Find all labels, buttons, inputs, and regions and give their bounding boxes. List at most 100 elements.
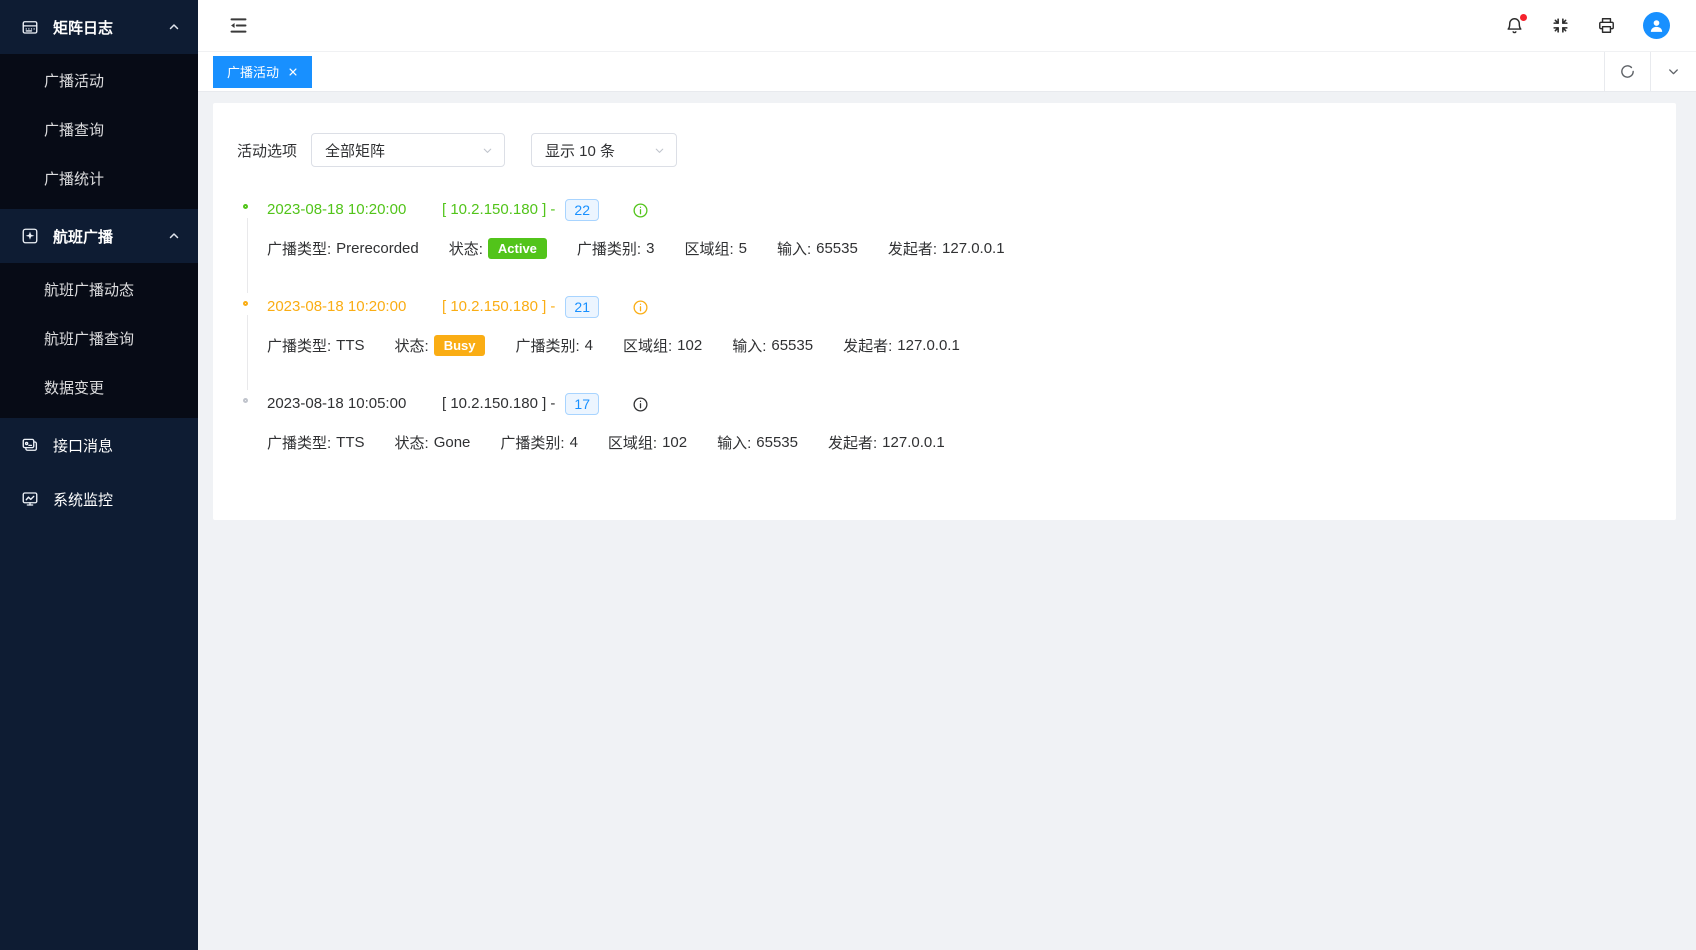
timeline-entry: 2023-08-18 10:05:00 [ 10.2.150.180 ] - 1… bbox=[243, 393, 1652, 490]
field-value: 4 bbox=[585, 337, 593, 354]
entry-ip: [ 10.2.150.180 ] - bbox=[442, 394, 555, 414]
sidebar: 矩阵日志 广播活动 广播查询 广播统计 航班广播 航班广播动态 bbox=[0, 0, 198, 950]
field-label: 输入: bbox=[717, 432, 751, 453]
entry-details: 广播类型:Prerecorded 状态:Active 广播类别:3 区域组:5 … bbox=[267, 238, 1652, 296]
chevron-down-icon[interactable] bbox=[1650, 52, 1696, 91]
submenu-matrix-log: 广播活动 广播查询 广播统计 bbox=[0, 54, 198, 209]
sidebar-item-broadcast-activity[interactable]: 广播活动 bbox=[0, 56, 198, 105]
info-icon[interactable] bbox=[632, 396, 649, 413]
field-label: 广播类型: bbox=[267, 432, 331, 453]
info-icon[interactable] bbox=[632, 299, 649, 316]
collapse-sidebar-icon[interactable] bbox=[228, 15, 249, 36]
avatar[interactable] bbox=[1643, 12, 1670, 39]
chevron-down-icon bbox=[481, 144, 494, 157]
sidebar-item-label: 航班广播 bbox=[53, 226, 113, 247]
entry-header: 2023-08-18 10:20:00 [ 10.2.150.180 ] - 2… bbox=[267, 296, 1652, 318]
sidebar-item-matrix-log[interactable]: 矩阵日志 bbox=[0, 0, 198, 54]
printer-icon[interactable] bbox=[1597, 16, 1616, 35]
page-size-select-value: 显示 10 条 bbox=[545, 140, 615, 161]
submenu-flight-broadcast: 航班广播动态 航班广播查询 数据变更 bbox=[0, 263, 198, 418]
field-label: 输入: bbox=[732, 335, 766, 356]
fullscreen-icon[interactable] bbox=[1551, 16, 1570, 35]
sidebar-item-data-change[interactable]: 数据变更 bbox=[0, 363, 198, 412]
field-label: 广播类型: bbox=[267, 335, 331, 356]
matrix-select-value: 全部矩阵 bbox=[325, 140, 385, 161]
sidebar-item-broadcast-query[interactable]: 广播查询 bbox=[0, 105, 198, 154]
field-value: TTS bbox=[336, 434, 364, 451]
sidebar-item-flight-broadcast-live[interactable]: 航班广播动态 bbox=[0, 265, 198, 314]
entry-details: 广播类型:TTS 状态:Gone 广播类别:4 区域组:102 输入:65535… bbox=[267, 432, 1652, 490]
entry-badge: 21 bbox=[565, 296, 599, 318]
topbar-actions bbox=[1505, 12, 1670, 39]
chevron-down-icon bbox=[653, 144, 666, 157]
entry-time: 2023-08-18 10:05:00 bbox=[267, 394, 422, 414]
entry-ip: [ 10.2.150.180 ] - bbox=[442, 200, 555, 220]
entry-time: 2023-08-18 10:20:00 bbox=[267, 200, 422, 220]
sidebar-item-interface-message[interactable]: 接口消息 bbox=[0, 418, 198, 472]
timeline-dot bbox=[243, 204, 248, 209]
tab-broadcast-activity[interactable]: 广播活动 bbox=[213, 56, 312, 88]
notification-red-dot bbox=[1520, 14, 1527, 21]
field-label: 广播类别: bbox=[515, 335, 579, 356]
field-label: 区域组: bbox=[623, 335, 672, 356]
chevron-up-icon bbox=[168, 21, 180, 33]
field-label: 广播类别: bbox=[500, 432, 564, 453]
entry-badge: 22 bbox=[565, 199, 599, 221]
chevron-up-icon bbox=[168, 230, 180, 242]
submenu-item-label: 航班广播动态 bbox=[44, 279, 134, 300]
field-label: 广播类别: bbox=[577, 238, 641, 259]
field-label: 广播类型: bbox=[267, 238, 331, 259]
status-badge: Active bbox=[488, 238, 547, 259]
sidebar-item-label: 接口消息 bbox=[53, 435, 113, 456]
info-icon[interactable] bbox=[632, 202, 649, 219]
matrix-select[interactable]: 全部矩阵 bbox=[311, 133, 505, 167]
tabbar: 广播活动 bbox=[198, 52, 1696, 92]
submenu-item-label: 航班广播查询 bbox=[44, 328, 134, 349]
filter-label: 活动选项 bbox=[237, 140, 297, 161]
field-value: 102 bbox=[677, 337, 702, 354]
submenu-item-label: 数据变更 bbox=[44, 377, 104, 398]
submenu-item-label: 广播统计 bbox=[44, 168, 104, 189]
field-value: 4 bbox=[570, 434, 578, 451]
field-value: Prerecorded bbox=[336, 240, 419, 257]
field-label: 状态: bbox=[449, 238, 483, 259]
entry-time: 2023-08-18 10:20:00 bbox=[267, 297, 422, 317]
flight-broadcast-icon bbox=[21, 227, 39, 245]
activity-timeline: 2023-08-18 10:20:00 [ 10.2.150.180 ] - 2… bbox=[243, 199, 1652, 490]
entry-header: 2023-08-18 10:20:00 [ 10.2.150.180 ] - 2… bbox=[267, 199, 1652, 221]
field-value: 65535 bbox=[756, 434, 798, 451]
sidebar-item-label: 矩阵日志 bbox=[53, 17, 113, 38]
timeline-dot bbox=[243, 398, 248, 403]
entry-ip: [ 10.2.150.180 ] - bbox=[442, 297, 555, 317]
sidebar-item-label: 系统监控 bbox=[53, 489, 113, 510]
field-value: 3 bbox=[646, 240, 654, 257]
field-value: 65535 bbox=[771, 337, 813, 354]
field-label: 发起者: bbox=[843, 335, 892, 356]
field-label: 状态: bbox=[395, 432, 429, 453]
sidebar-item-system-monitor[interactable]: 系统监控 bbox=[0, 472, 198, 526]
field-value: 127.0.0.1 bbox=[882, 434, 945, 451]
topbar bbox=[198, 0, 1696, 52]
field-label: 区域组: bbox=[608, 432, 657, 453]
timeline-dot bbox=[243, 301, 248, 306]
refresh-icon[interactable] bbox=[1604, 52, 1650, 91]
sidebar-item-flight-broadcast-query[interactable]: 航班广播查询 bbox=[0, 314, 198, 363]
entry-details: 广播类型:TTS 状态:Busy 广播类别:4 区域组:102 输入:65535… bbox=[267, 335, 1652, 393]
system-monitor-icon bbox=[21, 490, 39, 508]
field-value: 65535 bbox=[816, 240, 858, 257]
sidebar-item-broadcast-stats[interactable]: 广播统计 bbox=[0, 154, 198, 203]
submenu-item-label: 广播活动 bbox=[44, 70, 104, 91]
field-label: 发起者: bbox=[888, 238, 937, 259]
tab-label: 广播活动 bbox=[227, 62, 279, 81]
field-value: 127.0.0.1 bbox=[897, 337, 960, 354]
page-size-select[interactable]: 显示 10 条 bbox=[531, 133, 677, 167]
field-label: 状态: bbox=[395, 335, 429, 356]
sidebar-item-flight-broadcast[interactable]: 航班广播 bbox=[0, 209, 198, 263]
content-area: 活动选项 全部矩阵 显示 10 条 bbox=[198, 92, 1696, 950]
status-badge: Busy bbox=[434, 335, 486, 356]
bell-icon[interactable] bbox=[1505, 16, 1524, 35]
close-icon[interactable] bbox=[288, 67, 298, 77]
field-label: 输入: bbox=[777, 238, 811, 259]
interface-message-icon bbox=[21, 436, 39, 454]
submenu-item-label: 广播查询 bbox=[44, 119, 104, 140]
